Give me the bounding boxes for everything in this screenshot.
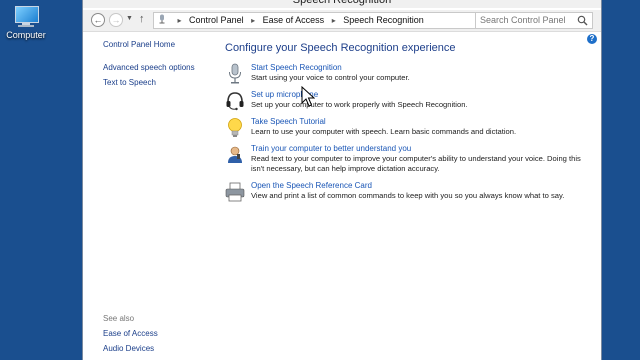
task-open-reference-card: Open the Speech Reference Card View and …	[225, 181, 595, 202]
navigation-bar: ← → ▼ ↑ ▸ Control Panel ▸ Ease of Access…	[83, 10, 601, 32]
task-take-speech-tutorial: Take Speech Tutorial Learn to use your c…	[225, 117, 595, 137]
control-panel-window: Speech Recognition ← → ▼ ↑ ▸ Control Pan…	[82, 0, 602, 360]
see-also-ease-of-access[interactable]: Ease of Access	[103, 329, 158, 338]
desktop-icon-label: Computer	[6, 30, 46, 40]
breadcrumb-speech-recognition[interactable]: Speech Recognition	[343, 13, 424, 28]
search-placeholder: Search Control Panel	[480, 15, 566, 25]
breadcrumb-ease-of-access[interactable]: Ease of Access	[263, 13, 325, 28]
sidebar-item-control-panel-home[interactable]: Control Panel Home	[103, 40, 213, 49]
printer-icon	[225, 182, 245, 202]
back-button[interactable]: ←	[91, 13, 105, 27]
breadcrumb-separator: ▸	[177, 16, 182, 25]
left-sidebar: Control Panel Home Advanced speech optio…	[103, 40, 213, 93]
task-description: Read text to your computer to improve yo…	[251, 154, 581, 173]
recent-pages-chevron-icon[interactable]: ▼	[126, 15, 133, 22]
search-icon[interactable]	[577, 15, 588, 26]
computer-icon	[13, 6, 39, 28]
main-content: Configure your Speech Recognition experi…	[225, 42, 595, 208]
open-reference-card-link[interactable]: Open the Speech Reference Card	[251, 181, 595, 191]
task-train-computer: Train your computer to better understand…	[225, 144, 595, 174]
microphone-icon	[229, 63, 241, 84]
page-title: Configure your Speech Recognition experi…	[225, 42, 456, 54]
search-input[interactable]: Search Control Panel	[475, 12, 593, 29]
train-computer-link[interactable]: Train your computer to better understand…	[251, 144, 595, 154]
task-description: View and print a list of common commands…	[251, 191, 565, 200]
window-title: Speech Recognition	[83, 0, 601, 8]
forward-button[interactable]: →	[109, 13, 123, 27]
task-description: Learn to use your computer with speech. …	[251, 127, 517, 136]
task-description: Start using your voice to control your c…	[251, 73, 410, 82]
lightbulb-icon	[228, 118, 242, 137]
see-also-header: See also	[103, 314, 135, 323]
task-set-up-microphone: Set up microphone Set up your computer t…	[225, 90, 595, 111]
sidebar-item-text-to-speech[interactable]: Text to Speech	[103, 78, 213, 87]
headset-icon	[226, 92, 244, 111]
user-speaking-icon	[228, 146, 242, 163]
see-also-section: See also Ease of Access Audio Devices	[103, 314, 158, 359]
breadcrumb-separator: ▸	[331, 16, 336, 25]
desktop-computer-icon[interactable]: Computer	[4, 6, 48, 40]
up-arrow-icon[interactable]: ↑	[139, 13, 145, 25]
breadcrumb-separator: ▸	[251, 16, 256, 25]
see-also-audio-devices[interactable]: Audio Devices	[103, 344, 158, 353]
task-start-speech-recognition: Start Speech Recognition Start using you…	[225, 63, 595, 84]
microphone-small-icon	[159, 14, 165, 24]
sidebar-item-advanced-speech-options[interactable]: Advanced speech options	[103, 63, 213, 72]
breadcrumb-control-panel[interactable]: Control Panel	[189, 13, 244, 28]
start-speech-recognition-link[interactable]: Start Speech Recognition	[251, 63, 595, 73]
take-speech-tutorial-link[interactable]: Take Speech Tutorial	[251, 117, 595, 127]
mouse-pointer-icon	[301, 86, 315, 107]
